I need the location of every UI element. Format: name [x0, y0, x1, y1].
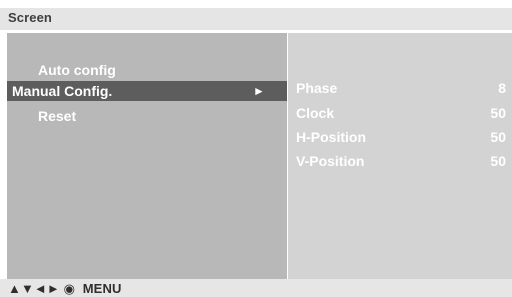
menu-item-label: Manual Config. [12, 83, 113, 99]
submenu-arrow-icon: ► [253, 84, 265, 98]
menu-panel: Auto config Manual Config. ► Reset [7, 33, 287, 279]
menu-item-label: Reset [38, 108, 77, 124]
menu-item-auto-config[interactable]: Auto config [7, 60, 287, 80]
setting-value: 50 [490, 105, 506, 121]
setting-name: H-Position [296, 129, 366, 145]
footer-controls: ▲▼◄► ◉ MENU [8, 281, 121, 297]
menu-item-label: Auto config [38, 62, 116, 78]
setting-value: 50 [490, 129, 506, 145]
setting-v-position[interactable]: V-Position 50 [288, 151, 512, 171]
settings-panel: Phase 8 Clock 50 H-Position 50 V-Positio… [288, 33, 512, 279]
menu-label: MENU [82, 281, 122, 296]
menu-item-manual-config[interactable]: Manual Config. ► [7, 81, 287, 101]
setting-h-position[interactable]: H-Position 50 [288, 127, 512, 147]
title-bar: Screen [0, 8, 512, 32]
setting-phase[interactable]: Phase 8 [288, 78, 512, 98]
footer-bar: ▲▼◄► ◉ MENU [0, 279, 512, 297]
setting-name: V-Position [296, 153, 365, 169]
setting-value: 8 [498, 80, 506, 96]
screen-title: Screen [8, 10, 52, 25]
setting-name: Phase [296, 80, 338, 96]
navigation-icons: ▲▼◄► ◉ [8, 281, 76, 296]
setting-name: Clock [296, 105, 335, 121]
setting-clock[interactable]: Clock 50 [288, 103, 512, 123]
setting-value: 50 [490, 153, 506, 169]
menu-item-reset[interactable]: Reset [7, 106, 287, 126]
screen-osd: Screen Auto config Manual Config. ► Rese… [0, 0, 512, 297]
